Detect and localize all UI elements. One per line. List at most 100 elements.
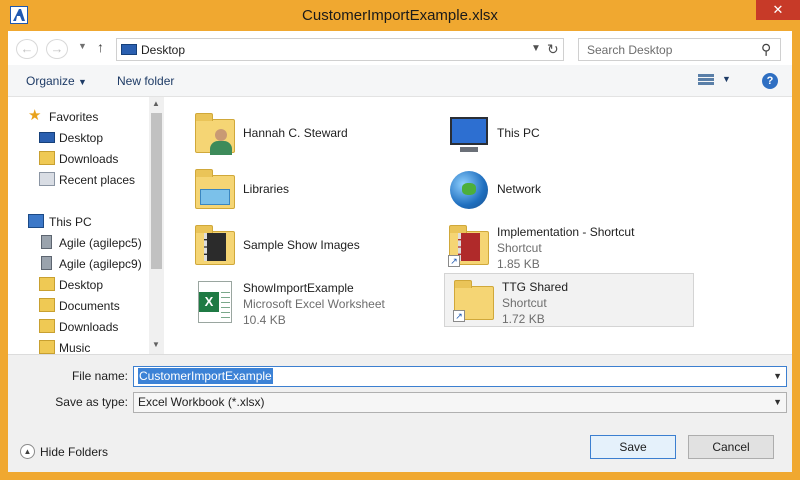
chevron-down-icon[interactable]: ▼ xyxy=(773,397,782,407)
nav-scrollbar[interactable]: ▲ ▼ xyxy=(149,97,164,354)
item-type: Shortcut xyxy=(502,296,547,310)
computer-icon xyxy=(446,111,492,157)
desktop-icon xyxy=(121,44,137,55)
view-options-icon xyxy=(698,74,714,85)
downloads-folder-icon xyxy=(39,319,55,333)
list-item[interactable]: This PC xyxy=(440,107,690,161)
list-item[interactable]: ↗ Implementation - Shortcut Shortcut 1.8… xyxy=(440,219,690,273)
downloads-folder-icon xyxy=(39,151,55,165)
search-input[interactable]: Search Desktop ⚲ xyxy=(578,38,781,61)
item-size: 1.85 KB xyxy=(497,257,540,271)
chevron-down-icon: ▼ xyxy=(78,77,87,87)
scroll-up-icon[interactable]: ▲ xyxy=(152,99,160,108)
back-button[interactable]: ← xyxy=(16,39,38,59)
recent-places-icon xyxy=(39,172,55,186)
hide-folders-label: Hide Folders xyxy=(40,445,109,459)
help-button[interactable]: ? xyxy=(762,73,778,89)
item-type: Microsoft Excel Worksheet xyxy=(243,297,385,311)
nav-item-favorites[interactable]: ★ Favorites xyxy=(8,107,148,127)
up-button[interactable]: ↑ xyxy=(97,39,104,55)
list-item[interactable]: Sample Show Images xyxy=(186,219,436,273)
scroll-down-icon[interactable]: ▼ xyxy=(152,340,160,349)
file-name-value: CustomerImportExample xyxy=(138,368,273,384)
save-dialog-window: CustomerImportExample.xlsx ✕ ← → ▼ ↑ Des… xyxy=(0,0,800,480)
network-drive-icon xyxy=(41,256,52,270)
item-size: 1.72 KB xyxy=(502,312,545,326)
user-folder-icon xyxy=(192,111,238,157)
address-dropdown-button[interactable]: ▼ xyxy=(531,43,541,54)
excel-file-icon: X xyxy=(192,279,238,325)
save-type-label: Save as type: xyxy=(55,395,128,409)
folder-icon xyxy=(192,223,238,269)
item-name: This PC xyxy=(497,126,540,140)
nav-item-documents[interactable]: Documents xyxy=(8,296,148,316)
libraries-folder-icon xyxy=(192,167,238,213)
chevron-up-icon: ▲ xyxy=(20,444,35,459)
forward-button[interactable]: → xyxy=(46,39,68,59)
save-button[interactable]: Save xyxy=(590,435,676,459)
item-name: ShowImportExample xyxy=(243,281,354,295)
item-name: Libraries xyxy=(243,182,290,196)
folder-shortcut-icon: ↗ xyxy=(451,278,497,324)
chevron-down-icon[interactable]: ▼ xyxy=(773,371,782,381)
view-dropdown-button[interactable]: ▼ xyxy=(722,74,731,84)
nav-item-agile-pc9[interactable]: Agile (agilepc9) xyxy=(8,254,148,274)
nav-item-recent-places[interactable]: Recent places xyxy=(8,170,148,190)
file-list-view: Hannah C. Steward This PC Libraries Netw… xyxy=(164,97,792,354)
item-size: 10.4 KB xyxy=(243,313,286,327)
nav-item-desktop[interactable]: Desktop xyxy=(8,128,148,148)
list-item[interactable]: Libraries xyxy=(186,163,436,217)
nav-item-label: Downloads xyxy=(59,152,119,166)
item-name: Sample Show Images xyxy=(243,238,360,252)
back-arrow-icon: ← xyxy=(20,41,34,56)
nav-item-pc-desktop[interactable]: Desktop xyxy=(8,275,148,295)
address-row: ← → ▼ ↑ Desktop ▼ ↻ Search Desktop ⚲ xyxy=(8,31,792,65)
navigation-pane: ★ Favorites Desktop Downloads Recent pla… xyxy=(8,97,164,354)
network-globe-icon xyxy=(446,167,492,213)
nav-item-downloads[interactable]: Downloads xyxy=(8,149,148,169)
search-icon[interactable]: ⚲ xyxy=(761,41,771,58)
nav-item-music[interactable]: Music xyxy=(8,338,148,354)
nav-item-pc-downloads[interactable]: Downloads xyxy=(8,317,148,337)
dialog-client-area: ← → ▼ ↑ Desktop ▼ ↻ Search Desktop ⚲ Org… xyxy=(8,31,792,472)
nav-item-label: Desktop xyxy=(59,131,104,145)
list-item[interactable]: X ShowImportExample Microsoft Excel Work… xyxy=(186,275,436,329)
window-title: CustomerImportExample.xlsx xyxy=(302,7,498,24)
nav-item-label: Music xyxy=(59,341,91,354)
up-arrow-icon: ↑ xyxy=(97,39,104,55)
desktop-folder-icon xyxy=(39,277,55,291)
nav-item-label: Downloads xyxy=(59,320,119,334)
cancel-button[interactable]: Cancel xyxy=(688,435,774,459)
change-view-button[interactable] xyxy=(698,73,714,89)
item-name: TTG Shared xyxy=(502,280,569,294)
list-item[interactable]: Hannah C. Steward xyxy=(186,107,436,161)
nav-item-agile-pc5[interactable]: Agile (agilepc5) xyxy=(8,233,148,253)
new-folder-button[interactable]: New folder xyxy=(117,74,174,88)
recent-locations-dropdown[interactable]: ▼ xyxy=(78,41,87,51)
star-icon: ★ xyxy=(28,107,42,124)
nav-item-label: Recent places xyxy=(59,173,136,187)
organize-button[interactable]: Organize ▼ xyxy=(26,74,87,88)
nav-item-label: Agile (agilepc9) xyxy=(59,257,142,271)
organize-label: Organize xyxy=(26,74,75,88)
save-type-value: Excel Workbook (*.xlsx) xyxy=(138,395,265,409)
file-name-input[interactable]: CustomerImportExample ▼ xyxy=(133,366,787,387)
nav-item-label: Agile (agilepc5) xyxy=(59,236,142,250)
list-item[interactable]: Network xyxy=(440,163,690,217)
refresh-button[interactable]: ↻ xyxy=(547,41,559,58)
item-type: Shortcut xyxy=(497,241,542,255)
chevron-down-icon: ▼ xyxy=(78,41,87,51)
address-location: Desktop xyxy=(141,43,186,57)
list-item[interactable]: ↗ TTG Shared Shortcut 1.72 KB xyxy=(444,273,694,327)
item-name: Hannah C. Steward xyxy=(243,126,348,140)
nav-item-label: Documents xyxy=(59,299,120,313)
nav-item-this-pc[interactable]: This PC xyxy=(8,212,148,232)
item-name: Network xyxy=(497,182,542,196)
close-button[interactable]: ✕ xyxy=(756,0,800,20)
save-form: File name: CustomerImportExample ▼ Save … xyxy=(8,354,792,472)
nav-item-label: This PC xyxy=(49,215,92,229)
scroll-thumb[interactable] xyxy=(151,113,162,269)
title-bar[interactable]: CustomerImportExample.xlsx ✕ xyxy=(0,0,800,31)
save-type-select[interactable]: Excel Workbook (*.xlsx) ▼ xyxy=(133,392,787,413)
address-bar[interactable]: Desktop ▼ ↻ xyxy=(116,38,564,61)
